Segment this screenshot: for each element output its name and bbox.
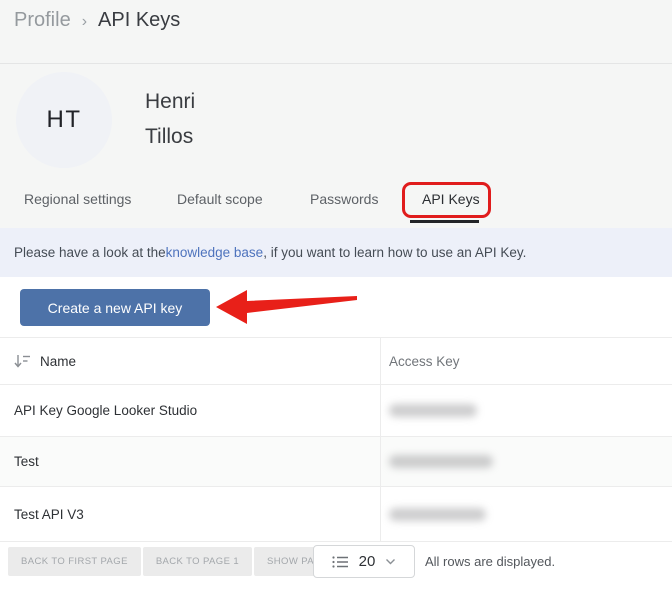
api-keys-table: Name Access Key API Key Google Looker St… — [0, 337, 672, 542]
page-size-value: 20 — [359, 553, 376, 570]
profile-name: Henri Tillos — [145, 84, 195, 154]
redacted-access-key — [389, 455, 493, 468]
api-key-name: Test API V3 — [0, 487, 381, 541]
name-column-header[interactable]: Name — [0, 338, 381, 384]
breadcrumb-current: API Keys — [98, 9, 180, 32]
redacted-access-key — [389, 508, 486, 521]
banner-text-after: , if you want to learn how to use an API… — [263, 245, 526, 260]
profile-last-name: Tillos — [145, 119, 195, 154]
profile-first-name: Henri — [145, 84, 195, 119]
table-row[interactable]: API Key Google Looker Studio — [0, 384, 672, 436]
access-key-cell — [381, 437, 672, 486]
redacted-access-key — [389, 404, 477, 417]
access-key-column-header: Access Key — [381, 338, 672, 384]
api-key-name: Test — [0, 437, 381, 486]
page-size-dropdown[interactable]: 20 — [313, 545, 415, 578]
avatar: HT — [16, 72, 112, 168]
header-divider — [0, 63, 672, 64]
breadcrumb-separator: › — [82, 13, 87, 31]
page-header: Profile › API Keys HT Henri Tillos Regio… — [0, 0, 672, 228]
sort-ascending-icon[interactable] — [14, 354, 31, 369]
access-key-cell — [381, 487, 672, 541]
back-to-first-page-button[interactable]: BACK TO FIRST PAGE — [8, 547, 141, 576]
name-column-label: Name — [40, 354, 76, 369]
create-api-key-button[interactable]: Create a new API key — [20, 289, 210, 326]
table-header-row: Name Access Key — [0, 338, 672, 384]
table-row[interactable]: Test — [0, 436, 672, 486]
access-key-column-label: Access Key — [389, 354, 460, 369]
back-to-page-1-button[interactable]: BACK TO PAGE 1 — [143, 547, 252, 576]
avatar-initials: HT — [47, 106, 82, 134]
breadcrumb: Profile › API Keys — [14, 9, 180, 32]
knowledge-base-link[interactable]: knowledge base — [166, 245, 264, 260]
pagination-controls: BACK TO FIRST PAGE BACK TO PAGE 1 SHOW P… — [8, 547, 350, 576]
tab-regional-settings[interactable]: Regional settings — [24, 191, 131, 207]
table-row[interactable]: Test API V3 — [0, 486, 672, 541]
tab-passwords[interactable]: Passwords — [310, 191, 378, 207]
list-icon — [332, 555, 349, 569]
annotation-highlight-box — [402, 182, 491, 218]
banner-text-before: Please have a look at the — [14, 245, 166, 260]
profile-api-keys-page: Profile › API Keys HT Henri Tillos Regio… — [0, 0, 672, 590]
api-key-name: API Key Google Looker Studio — [0, 385, 381, 436]
breadcrumb-profile-link[interactable]: Profile — [14, 9, 71, 32]
chevron-down-icon — [385, 558, 396, 565]
info-banner: Please have a look at the knowledge base… — [0, 228, 672, 277]
pagination-status: All rows are displayed. — [425, 545, 555, 578]
annotation-arrow-icon — [205, 284, 360, 330]
tab-default-scope[interactable]: Default scope — [177, 191, 263, 207]
active-tab-underline — [410, 220, 479, 223]
access-key-cell — [381, 385, 672, 436]
